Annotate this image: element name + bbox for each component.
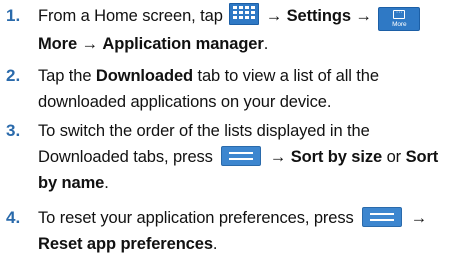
step-text: To reset your application preferences, p… — [38, 207, 428, 253]
arrow-icon: → — [269, 148, 287, 166]
step-text: Tap the Downloaded tab to view a list of… — [38, 67, 379, 111]
step-number: 1. — [6, 6, 21, 25]
menu-key-icon — [362, 207, 403, 227]
settings-label: Settings — [286, 7, 351, 25]
downloaded-tab-label: Downloaded — [95, 67, 194, 85]
sort-by-name-label-cont: by name — [38, 174, 105, 192]
step-text: To switch the order of the lists display… — [38, 122, 439, 192]
instructions-document: 1. From a Home screen, tap → Settings → … — [0, 0, 462, 272]
step-number: 4. — [6, 208, 21, 227]
step-number: 2. — [6, 66, 21, 85]
arrow-icon: → — [410, 209, 428, 227]
arrow-icon: → — [355, 7, 372, 25]
arrow-icon: → — [265, 7, 283, 25]
arrow-icon: → — [81, 35, 99, 53]
more-label: More — [38, 35, 78, 53]
more-icon: ··· More — [378, 7, 421, 31]
menu-key-icon — [221, 146, 262, 166]
apps-grid-icon — [229, 3, 260, 25]
reset-app-preferences-label: Reset app preferences — [38, 235, 213, 253]
step-text: From a Home screen, tap → Settings → ···… — [38, 3, 456, 57]
sort-by-size-label: Sort by size — [290, 148, 383, 166]
application-manager-label: Application manager — [102, 35, 264, 53]
step-number: 3. — [6, 121, 21, 140]
sort-by-name-label: Sort — [405, 148, 439, 166]
